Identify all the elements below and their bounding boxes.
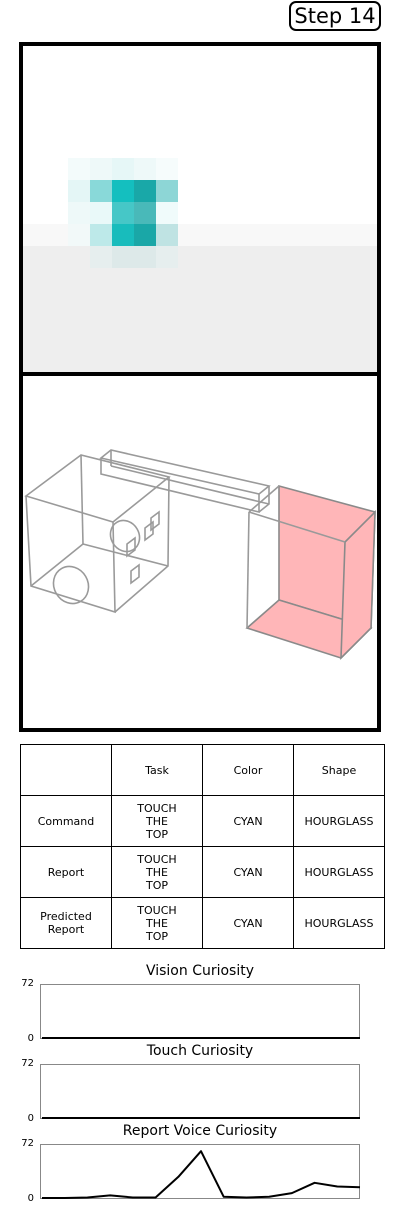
color-cell: CYAN — [202, 846, 294, 898]
series-line — [42, 1150, 361, 1199]
shape-cell: HOURGLASS — [293, 846, 385, 898]
report-voice-curiosity-title: Report Voice Curiosity — [122, 1123, 278, 1139]
vision-ytick-min: 0 — [27, 1033, 34, 1044]
wireframe-rail — [99, 449, 271, 514]
shape-cell: HOURGLASS — [293, 795, 385, 847]
shape-cell: HOURGLASS — [293, 897, 385, 949]
table-row: Command TOUCH THE TOP CYAN HOURGLASS — [20, 795, 385, 847]
table-header-row: Task Color Shape — [20, 744, 385, 796]
touch-ytick-max: 72 — [21, 1058, 34, 1069]
touch-wireframe — [24, 449, 376, 661]
task-cell: TOUCH THE TOP — [111, 795, 203, 847]
report-voice-ytick-max: 72 — [21, 1138, 34, 1149]
color-cell: CYAN — [202, 897, 294, 949]
row-label: Command — [20, 795, 112, 847]
vision-panel — [19, 42, 381, 376]
color-cell: CYAN — [202, 795, 294, 847]
task-cell: TOUCH THE TOP — [111, 846, 203, 898]
touch-panel — [19, 372, 381, 732]
report-voice-curiosity-chart — [40, 1144, 361, 1199]
table-header-cell — [20, 744, 112, 796]
report-voice-ytick-min: 0 — [27, 1193, 34, 1204]
table-header-cell: Task — [111, 744, 203, 796]
table-header-cell: Color — [202, 744, 294, 796]
touch-ytick-min: 0 — [27, 1113, 34, 1124]
vision-curiosity-title: Vision Curiosity — [145, 963, 255, 979]
touch-curiosity-chart — [40, 1064, 360, 1119]
report-table: Task Color Shape Command TOUCH THE TOP C… — [20, 744, 385, 949]
wireframe-cube — [24, 454, 171, 614]
vision-ytick-max: 72 — [21, 978, 34, 989]
table-header-cell: Shape — [293, 744, 385, 796]
table-row: Predicted Report TOUCH THE TOP CYAN HOUR… — [20, 897, 385, 949]
step-badge: Step 14 — [289, 1, 381, 31]
touch-highlight — [245, 484, 376, 661]
touch-curiosity-title: Touch Curiosity — [146, 1043, 254, 1059]
vision-image — [23, 46, 377, 372]
task-cell: TOUCH THE TOP — [111, 897, 203, 949]
vision-curiosity-chart — [40, 984, 360, 1039]
row-label: Predicted Report — [20, 897, 112, 949]
table-row: Report TOUCH THE TOP CYAN HOURGLASS — [20, 846, 385, 898]
row-label: Report — [20, 846, 112, 898]
